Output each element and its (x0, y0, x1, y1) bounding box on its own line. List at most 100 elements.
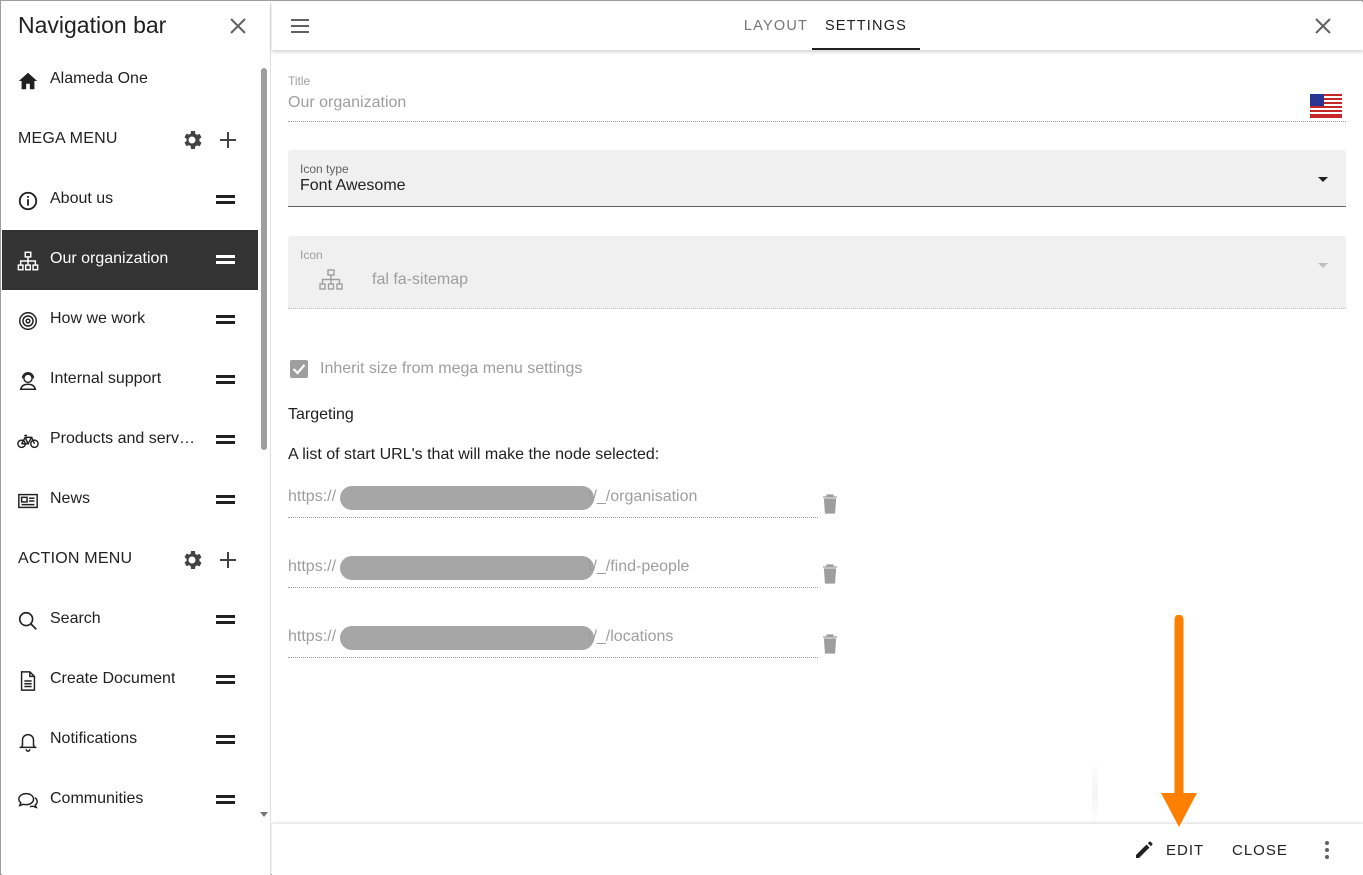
icon-value: fal fa-sitemap (372, 271, 469, 288)
tab-settings[interactable]: SETTINGS (812, 2, 920, 50)
url-suffix: t/_/locations (588, 628, 674, 645)
sidebar-item-label: Alameda One (50, 70, 148, 87)
drag-handle-icon[interactable] (216, 613, 236, 627)
sidebar-item-products-and-services[interactable]: Products and servi… (2, 410, 258, 470)
app-window: Navigation bar Alameda One MEGA MENU Abo… (0, 0, 1363, 875)
url-field[interactable]: https:// t/_/organisation (288, 478, 818, 518)
bell-icon (18, 733, 38, 752)
panel-toolbar: LAYOUT SETTINGS (272, 2, 1363, 50)
url-field[interactable]: https:// t/_/locations (288, 618, 818, 658)
sidebar-item-label: Notifications (50, 730, 138, 747)
delete-icon[interactable] (822, 494, 838, 514)
gear-icon[interactable] (180, 128, 204, 152)
drag-handle-icon[interactable] (216, 493, 236, 507)
url-prefix: https:// (288, 558, 337, 575)
sidebar-item-label: Our organization (50, 250, 169, 267)
bullseye-icon (19, 312, 37, 330)
scrollbar-thumb[interactable] (261, 68, 267, 450)
redacted-url-part (340, 556, 594, 580)
title-field-value: Our organization (288, 94, 407, 111)
sitemap-icon (319, 269, 343, 290)
add-icon[interactable] (216, 128, 240, 152)
drag-handle-icon[interactable] (216, 733, 236, 747)
sidebar-item-create-document[interactable]: Create Document (2, 650, 258, 710)
pencil-icon (1136, 841, 1153, 858)
sidebar-item-how-we-work[interactable]: How we work (2, 290, 258, 350)
drag-handle-icon[interactable] (216, 253, 236, 267)
divider (1092, 762, 1098, 824)
icon-type-label: Icon type (300, 162, 349, 176)
sidebar-item-label: About us (50, 190, 114, 207)
sidebar-item-communities[interactable]: Communities (2, 770, 258, 830)
tab-indicator (812, 48, 920, 50)
bicycle-icon (17, 434, 39, 449)
edit-button-label: EDIT (1166, 842, 1205, 859)
search-icon (18, 611, 37, 630)
us-flag-icon[interactable] (1310, 94, 1342, 118)
sidebar-title: Navigation bar (18, 12, 167, 38)
home-icon (18, 72, 38, 90)
tab-settings-label: SETTINGS (824, 18, 908, 34)
url-suffix: t/_/organisation (588, 488, 698, 505)
title-field[interactable]: Title Our organization (288, 72, 1346, 122)
redacted-url-part (340, 486, 594, 510)
sidebar-item-label: Create Document (50, 670, 176, 687)
navigation-sidebar: Navigation bar Alameda One MEGA MENU Abo… (2, 2, 271, 875)
checkbox-box[interactable] (290, 360, 308, 378)
hamburger-menu-icon[interactable] (288, 14, 312, 38)
url-field[interactable]: https:// t/_/find-people (288, 548, 818, 588)
section-label: MEGA MENU (18, 130, 118, 147)
sidebar-list: Alameda One MEGA MENU About us Our organ… (2, 50, 258, 830)
newspaper-icon (18, 493, 38, 509)
sidebar-item-notifications[interactable]: Notifications (2, 710, 258, 770)
icon-type-select[interactable]: Icon type Font Awesome (288, 150, 1346, 207)
scroll-down-arrow-icon[interactable] (260, 812, 268, 817)
drag-handle-icon[interactable] (216, 313, 236, 327)
sidebar-scrollbar[interactable] (259, 64, 269, 454)
sidebar-item-about-us[interactable]: About us (2, 170, 258, 230)
settings-panel: LAYOUT SETTINGS Title Our organization I… (272, 2, 1363, 875)
sidebar-item-label: Internal support (50, 370, 162, 387)
targeting-heading: Targeting (288, 406, 354, 423)
close-button[interactable]: CLOSE (1232, 842, 1288, 859)
sidebar-item-search[interactable]: Search (2, 590, 258, 650)
more-vert-icon[interactable] (1315, 838, 1339, 862)
sidebar-item-label: News (50, 490, 91, 507)
delete-icon[interactable] (822, 564, 838, 584)
title-field-label: Title (288, 74, 311, 88)
edit-button[interactable]: EDIT (1130, 836, 1210, 864)
drag-handle-icon[interactable] (216, 373, 236, 387)
annotation-arrow-icon (1161, 615, 1197, 827)
dropdown-arrow-icon (1318, 263, 1328, 268)
drag-handle-icon[interactable] (216, 193, 236, 207)
panel-footer: EDIT CLOSE (272, 824, 1363, 875)
targeting-description: A list of start URL's that will make the… (288, 446, 660, 463)
drag-handle-icon[interactable] (216, 433, 236, 447)
url-prefix: https:// (288, 488, 337, 505)
sidebar-item-our-organization[interactable]: Our organization (2, 230, 258, 290)
section-label: ACTION MENU (18, 550, 133, 567)
gear-icon[interactable] (180, 548, 204, 572)
sidebar-item-home[interactable]: Alameda One (2, 50, 258, 110)
sidebar-item-news[interactable]: News (2, 470, 258, 530)
drag-handle-icon[interactable] (216, 793, 236, 807)
delete-icon[interactable] (822, 634, 838, 654)
sitemap-icon (17, 251, 39, 271)
drag-handle-icon[interactable] (216, 673, 236, 687)
close-icon[interactable] (1311, 14, 1335, 38)
sidebar-close-icon[interactable] (226, 14, 250, 38)
sidebar-item-label: Products and servi… (50, 430, 198, 447)
sidebar-item-internal-support[interactable]: Internal support (2, 350, 258, 410)
icon-select[interactable]: Icon fal fa-sitemap (288, 236, 1346, 309)
redacted-url-part (340, 626, 594, 650)
comments-icon (18, 792, 38, 809)
sidebar-header: Navigation bar (2, 2, 270, 50)
info-circle-icon (18, 191, 38, 211)
add-icon[interactable] (216, 548, 240, 572)
icon-type-value: Font Awesome (300, 177, 406, 194)
dropdown-arrow-icon (1318, 177, 1328, 182)
icon-label: Icon (300, 248, 323, 262)
mega-menu-section: MEGA MENU (2, 110, 258, 170)
document-icon (20, 671, 36, 691)
checkmark-icon (292, 364, 306, 375)
